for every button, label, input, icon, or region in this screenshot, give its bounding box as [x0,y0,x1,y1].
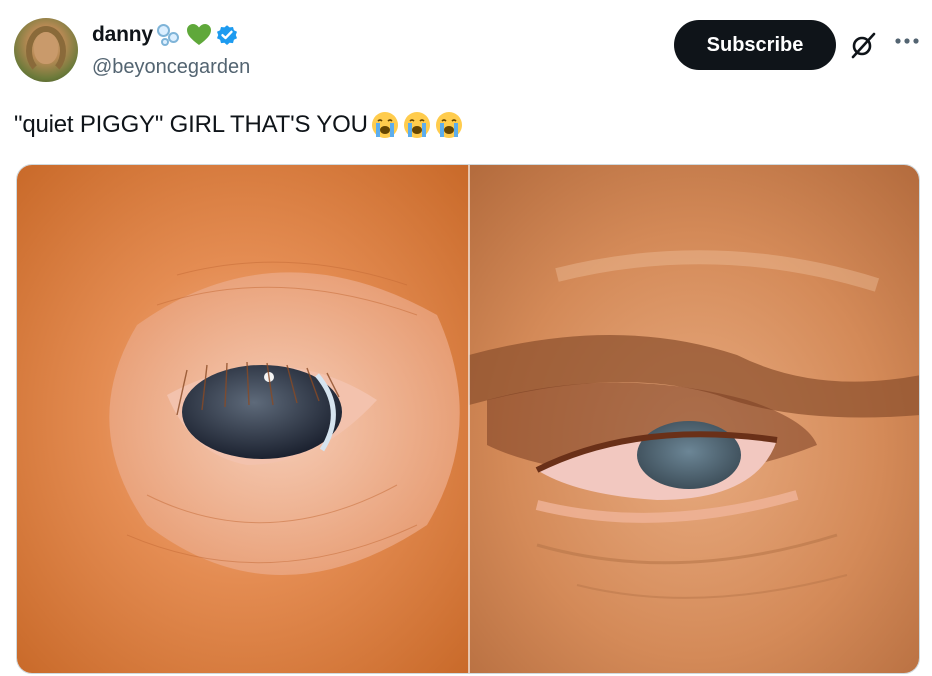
more-icon[interactable] [894,36,920,46]
tweet-media[interactable] [16,164,920,674]
media-image [17,165,919,673]
display-name[interactable]: danny [92,23,153,47]
human-eye-panel [469,165,919,673]
loudly-crying-face-icon [403,112,430,138]
author-name-row: danny [92,22,239,48]
loudly-crying-face-icon [371,112,398,138]
grok-icon[interactable] [848,30,878,60]
tweet-text: "quiet PIGGY" GIRL THAT'S YOU [14,111,368,138]
pig-eye-panel [17,165,469,673]
subscribe-button[interactable]: Subscribe [674,20,836,70]
verified-badge-icon[interactable] [215,23,239,47]
bubbles-icon [156,22,183,48]
user-handle[interactable]: @beyoncegarden [92,56,250,79]
loudly-crying-face-icon [435,112,462,138]
tweet-text-row: "quiet PIGGY" GIRL THAT'S YOU [14,110,464,140]
avatar[interactable] [14,18,78,82]
avatar-face [34,32,58,64]
green-heart-icon [186,24,211,45]
